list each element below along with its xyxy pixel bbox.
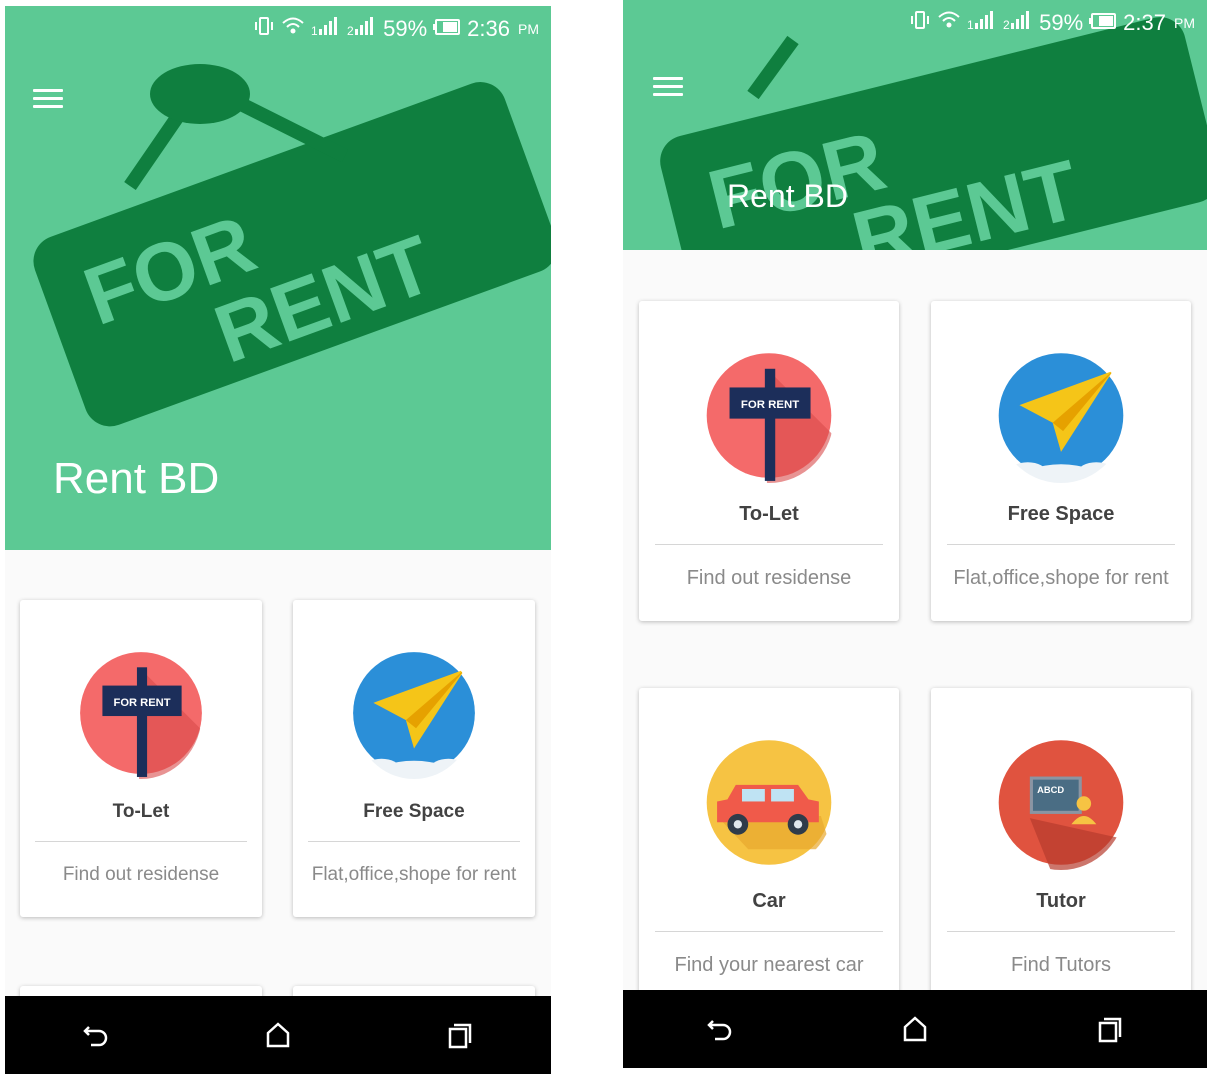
recents-icon[interactable] [1086,1005,1134,1053]
clock-time: 2:37 [1123,10,1166,35]
phone-screen-1: FOR RENT 1 2 59% 2:36 PM Rent BD FOR REN… [5,6,551,1074]
paper-plane-icon [353,647,475,779]
card-title: Free Space [363,801,465,822]
for-rent-sign-icon: FOR RENT [704,348,834,483]
card-divider [947,931,1175,932]
card-divider [308,841,520,842]
card-free-space[interactable]: Free Space Flat,office,shope for rent [931,301,1191,621]
card-divider [947,544,1175,545]
system-nav-bar [623,990,1207,1068]
card-title: Tutor [1036,890,1086,912]
svg-text:FOR RENT: FOR RENT [741,399,799,411]
clock-ampm: PM [518,21,539,37]
card-subtitle: Flat,office,shope for rent [311,864,517,885]
card-subtitle: Find out residense [686,567,852,589]
clock-ampm: PM [1174,15,1195,31]
system-nav-bar [5,996,551,1074]
app-header: FOR RENT 1 2 59% 2:37 PM Rent BD [623,0,1207,250]
card-to-let[interactable]: FOR RENT To-Let Find out residense [639,301,899,621]
back-icon[interactable] [72,1011,120,1059]
paper-plane-icon [996,348,1126,483]
signal-2-icon: 2 [1003,9,1033,37]
svg-text:1: 1 [967,18,974,31]
hamburger-menu-icon[interactable] [653,72,687,98]
battery-icon [1089,10,1117,36]
svg-text:ABCD: ABCD [1037,785,1064,795]
card-title: To-Let [739,503,799,525]
app-title: Rent BD [53,454,220,503]
card-free-space[interactable]: Free Space Flat,office,shope for rent [293,600,535,917]
card-divider [655,544,883,545]
wifi-icon [281,15,305,43]
hamburger-menu-icon[interactable] [33,84,67,110]
battery-percent: 59% [1039,10,1084,35]
card-subtitle: Flat,office,shope for rent [953,567,1169,589]
card-title: To-Let [112,801,170,822]
phone-screen-2: FOR RENT 1 2 59% 2:37 PM Rent BD FOR REN… [623,0,1207,1068]
back-icon[interactable] [696,1005,744,1053]
vibrate-icon [253,15,275,43]
card-tutor[interactable]: ABCD Tutor Find Tutors [931,688,1191,1008]
card-subtitle: Find your nearest car [674,954,864,976]
battery-percent: 59% [383,16,428,41]
svg-text:2: 2 [347,24,354,37]
status-bar: 1 2 59% 2:37 PM [909,0,1207,46]
svg-text:FOR RENT: FOR RENT [113,697,170,709]
tutor-board-icon: ABCD [996,735,1126,870]
car-icon [704,735,834,870]
card-title: Free Space [1007,503,1115,525]
vibrate-icon [909,9,931,37]
for-rent-sign-icon: FOR RENT [80,647,202,779]
recents-icon[interactable] [436,1011,484,1059]
home-icon[interactable] [254,1011,302,1059]
svg-text:1: 1 [311,24,318,37]
svg-text:2: 2 [1003,18,1010,31]
card-divider [35,841,247,842]
battery-icon [433,16,461,42]
card-to-let[interactable]: FOR RENT To-Let Find out residense [20,600,262,917]
app-title: Rent BD [727,178,848,214]
signal-1-icon: 1 [967,9,997,37]
card-car[interactable]: Car Find your nearest car [639,688,899,1008]
card-title: Car [752,890,786,912]
card-subtitle: Find out residense [62,864,220,885]
app-header: FOR RENT 1 2 59% 2:36 PM Rent BD [5,6,551,550]
card-subtitle: Find Tutors [1010,954,1112,976]
wifi-icon [937,9,961,37]
home-icon[interactable] [891,1005,939,1053]
signal-2-icon: 2 [347,15,377,43]
signal-1-icon: 1 [311,15,341,43]
card-divider [655,931,883,932]
status-bar: 1 2 59% 2:36 PM [253,6,551,52]
clock-time: 2:36 [467,16,510,41]
